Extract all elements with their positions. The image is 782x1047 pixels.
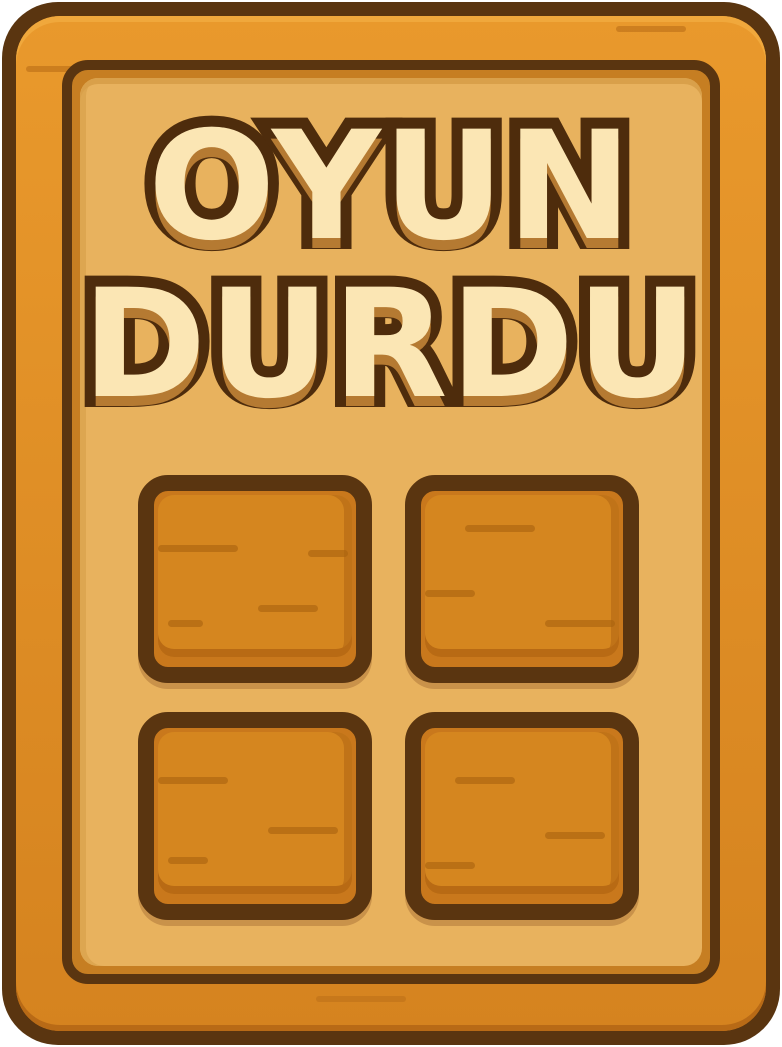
button-face	[158, 732, 352, 894]
title-line-2: DURDU	[71, 258, 709, 432]
button-face	[158, 495, 352, 657]
button-face	[425, 495, 619, 657]
menu-button-1[interactable]	[138, 475, 372, 683]
menu-button-4[interactable]	[405, 712, 639, 920]
wood-grain	[616, 26, 686, 32]
button-face	[425, 732, 619, 894]
wood-grain	[316, 996, 406, 1002]
menu-button-2[interactable]	[405, 475, 639, 683]
menu-button-3[interactable]	[138, 712, 372, 920]
title-line-1: OYUN	[137, 100, 643, 274]
